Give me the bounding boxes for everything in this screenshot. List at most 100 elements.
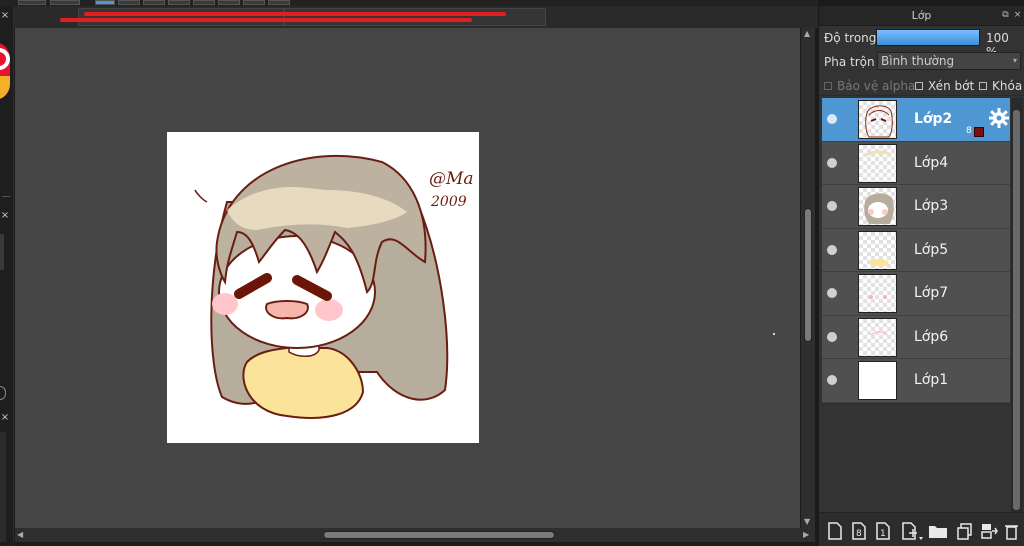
logo-ring xyxy=(0,48,10,70)
layer-thumbnail xyxy=(858,230,897,270)
visibility-icon[interactable] xyxy=(827,114,837,124)
blend-mode-select[interactable]: Bình thường ▾ xyxy=(877,52,1021,70)
blend-row: Pha trộn Bình thường ▾ xyxy=(819,50,1024,74)
visibility-icon[interactable] xyxy=(827,157,837,168)
layer-row-lop3[interactable]: Lớp3 xyxy=(822,185,1010,229)
toolbar-button[interactable] xyxy=(50,0,80,5)
side-toggle[interactable] xyxy=(0,386,6,400)
layer-panel-footer: 8 1 xyxy=(819,512,1024,546)
layer-name[interactable]: Lớp4 xyxy=(914,155,948,171)
merge-layer-icon[interactable] xyxy=(979,520,999,542)
close-icon[interactable]: × xyxy=(1013,10,1022,20)
layer-row-lop6[interactable]: Lớp6 xyxy=(822,315,1010,359)
folder-icon[interactable] xyxy=(927,520,949,542)
layer-list-scrollbar[interactable] xyxy=(1011,98,1023,512)
opacity-row: Độ trong 100 % xyxy=(819,26,1024,59)
scroll-up-arrow-icon[interactable]: ▲ xyxy=(804,30,810,38)
lock-checkbox[interactable]: Khóa xyxy=(979,79,1022,93)
layer-panel-header: Lớp ⧉ × xyxy=(819,6,1024,26)
toolbar-button[interactable] xyxy=(268,0,290,5)
duplicate-layer-icon[interactable] xyxy=(955,520,975,542)
float-panel-icon[interactable]: ⧉ xyxy=(1001,10,1010,20)
checkbox-box xyxy=(824,82,832,90)
layer-row-lop5[interactable]: Lớp5 xyxy=(822,228,1010,272)
artboard[interactable]: @Ma 2009 xyxy=(167,132,479,443)
blend-mode-value: Bình thường xyxy=(881,54,955,68)
svg-text:1: 1 xyxy=(880,529,886,539)
logo-base xyxy=(0,76,10,100)
canvas-viewport[interactable]: @Ma 2009 xyxy=(15,28,800,528)
toolbar-button[interactable] xyxy=(193,0,215,5)
protect-alpha-checkbox[interactable]: Bảo vệ alpha xyxy=(824,79,915,93)
new-8bit-layer-icon[interactable]: 8 xyxy=(849,520,869,542)
toolbar-button[interactable] xyxy=(168,0,190,5)
checkbox-box xyxy=(915,82,923,90)
visibility-icon[interactable] xyxy=(827,331,837,342)
layer-name[interactable]: Lớp7 xyxy=(914,285,948,301)
new-layer-icon[interactable] xyxy=(825,520,845,542)
scroll-thumb[interactable] xyxy=(1013,110,1020,510)
layer-panel-title: Lớp xyxy=(911,9,932,22)
layer-name[interactable]: Lớp1 xyxy=(914,372,948,388)
clipping-label: Xén bớt xyxy=(928,79,975,93)
document-tabs xyxy=(14,6,818,28)
document-tab[interactable] xyxy=(284,8,546,26)
new-1bit-layer-icon[interactable]: 1 xyxy=(873,520,893,542)
side-handle[interactable] xyxy=(0,234,4,270)
toolbar-button[interactable] xyxy=(118,0,140,5)
visibility-icon[interactable] xyxy=(827,244,837,255)
side-scroll[interactable] xyxy=(0,432,6,542)
close-icon[interactable]: × xyxy=(0,10,10,22)
visibility-icon[interactable] xyxy=(827,288,837,298)
toolbar-button[interactable] xyxy=(143,0,165,5)
document-tab[interactable] xyxy=(78,8,284,26)
redaction-mark xyxy=(84,12,506,16)
paint-app-window: × × × @Ma 2009 ▲ ▼ ◀ ▶ Lớp ⧉ × Độ trong … xyxy=(0,0,1024,546)
layer-thumbnail xyxy=(858,361,897,400)
layer-row-lop7[interactable]: Lớp7 xyxy=(822,272,1010,316)
close-icon[interactable]: × xyxy=(0,412,10,424)
scroll-left-arrow-icon[interactable]: ◀ xyxy=(17,531,23,539)
toolbar-button[interactable] xyxy=(243,0,265,5)
canvas-horizontal-scrollbar[interactable]: ◀ ▶ xyxy=(15,528,815,542)
toolbar-button[interactable] xyxy=(95,0,115,5)
toolbar-button[interactable] xyxy=(18,0,46,5)
opacity-slider[interactable] xyxy=(876,29,980,46)
canvas-vertical-scrollbar[interactable]: ▲ ▼ xyxy=(801,28,815,528)
layer-thumbnail xyxy=(858,317,897,357)
checkbox-box xyxy=(979,82,987,90)
layer-thumbnail xyxy=(858,187,897,226)
signature-line-2: 2009 xyxy=(430,194,467,210)
layer-color-chip xyxy=(974,127,984,137)
layer-name[interactable]: Lớp6 xyxy=(914,329,948,345)
layer-panel: Lớp ⧉ × Độ trong 100 % Pha trộn Bình thư… xyxy=(818,6,1024,546)
layer-row-lop1[interactable]: Lớp1 xyxy=(822,359,1010,403)
scroll-thumb[interactable] xyxy=(804,208,812,342)
scroll-right-arrow-icon[interactable]: ▶ xyxy=(803,531,809,539)
signature-line-1: @Ma xyxy=(429,169,474,189)
visibility-icon[interactable] xyxy=(827,375,837,385)
redaction-mark xyxy=(60,18,472,22)
layer-name[interactable]: Lớp2 xyxy=(914,111,952,127)
delete-layer-icon[interactable] xyxy=(1003,520,1019,542)
close-icon[interactable]: × xyxy=(0,210,10,222)
protect-alpha-label: Bảo vệ alpha xyxy=(837,79,916,93)
cursor-dot xyxy=(773,333,775,335)
layer-row-lop2[interactable]: Lớp2 8 xyxy=(822,98,1010,142)
layer-thumbnail xyxy=(858,274,897,313)
layer-name[interactable]: Lớp5 xyxy=(914,242,948,258)
chibi-drawing: @Ma 2009 xyxy=(194,154,474,419)
layer-list: Lớp2 8 Lớp4 Lớp3 Lớp5 Lớp7 Lớp6 Lớp1 xyxy=(822,98,1010,404)
layer-options-row: Bảo vệ alpha Xén bớt Khóa xyxy=(819,74,1024,96)
toolbar-button[interactable] xyxy=(218,0,240,5)
scroll-thumb[interactable] xyxy=(323,531,555,539)
add-layer-menu-icon[interactable] xyxy=(899,520,925,542)
visibility-icon[interactable] xyxy=(827,201,837,211)
divider xyxy=(2,196,10,197)
layer-row-lop4[interactable]: Lớp4 xyxy=(822,141,1010,185)
app-logo xyxy=(0,42,10,100)
layer-name[interactable]: Lớp3 xyxy=(914,198,948,214)
gear-icon[interactable] xyxy=(988,107,1010,129)
clipping-checkbox[interactable]: Xén bớt xyxy=(915,79,974,93)
scroll-down-arrow-icon[interactable]: ▼ xyxy=(804,518,810,526)
